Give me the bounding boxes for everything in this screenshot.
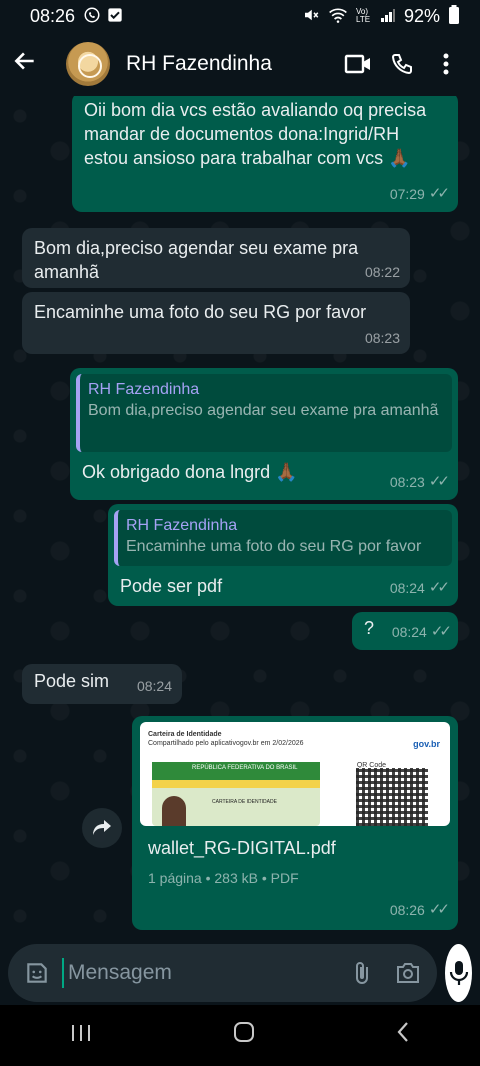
message-time: 08:22 bbox=[364, 264, 400, 280]
message-time: 08:24 bbox=[136, 678, 172, 694]
read-ticks-icon: ✓✓ bbox=[428, 901, 450, 918]
message-input-bar bbox=[0, 941, 480, 1005]
read-ticks-icon: ✓✓ bbox=[428, 579, 450, 596]
doc-shared-via: Compartilhado pelo aplicativogov.br em 2… bbox=[148, 740, 304, 747]
qr-code-image bbox=[356, 768, 428, 826]
message-bubble-outgoing-reply[interactable]: RH Fazendinha Bom dia,preciso agendar se… bbox=[70, 368, 458, 500]
doc-title: Carteira de Identidade bbox=[148, 731, 222, 738]
card-title: REPÚBLICA FEDERATIVA DO BRASIL bbox=[192, 765, 298, 771]
video-call-icon[interactable] bbox=[336, 53, 380, 75]
sticker-icon[interactable] bbox=[24, 960, 50, 986]
battery-icon bbox=[448, 4, 460, 28]
message-text: Pode sim bbox=[34, 671, 110, 691]
quoted-text: Encaminhe uma foto do seu RG por favor bbox=[126, 538, 422, 555]
document-thumbnail[interactable]: Carteira de Identidade Compartilhado pel… bbox=[140, 722, 450, 826]
message-input[interactable] bbox=[62, 958, 339, 988]
recents-icon[interactable] bbox=[70, 1022, 92, 1050]
mute-icon bbox=[302, 6, 320, 27]
wifi-icon bbox=[328, 6, 348, 27]
back-arrow-icon[interactable] bbox=[12, 48, 52, 81]
attach-icon[interactable] bbox=[351, 960, 373, 986]
message-bubble-outgoing[interactable]: ? 08:24 ✓✓ bbox=[352, 612, 458, 650]
battery-percent: 92% bbox=[403, 5, 440, 26]
message-text: ? bbox=[364, 618, 375, 638]
message-text: Bom dia,preciso agendar seu exame pra am… bbox=[34, 238, 359, 282]
message-bubble-incoming[interactable]: Encaminhe uma foto do seu RG por favor 0… bbox=[22, 292, 410, 354]
system-nav-bar bbox=[0, 1005, 480, 1066]
read-ticks-icon: ✓✓ bbox=[428, 473, 450, 490]
card-subtitle: CARTEIRA DE IDENTIDADE bbox=[212, 799, 277, 805]
check-box-icon bbox=[107, 7, 123, 26]
camera-icon[interactable] bbox=[395, 962, 421, 984]
message-text: Oii bom dia vcs estão avaliando oq preci… bbox=[84, 100, 427, 168]
status-time: 08:26 bbox=[30, 5, 76, 26]
message-bubble-incoming[interactable]: Bom dia,preciso agendar seu exame pra am… bbox=[22, 228, 410, 288]
message-input-pill bbox=[8, 944, 437, 1002]
forward-icon[interactable] bbox=[82, 808, 122, 848]
quoted-sender: RH Fazendinha bbox=[88, 381, 200, 398]
message-time: 08:23 bbox=[364, 330, 400, 346]
quoted-message[interactable]: RH Fazendinha Bom dia,preciso agendar se… bbox=[76, 374, 452, 452]
message-bubble-incoming[interactable]: Pode sim 08:24 bbox=[22, 664, 182, 704]
file-info: 1 página • 283 kB • PDF bbox=[148, 870, 299, 886]
file-name: wallet_RG-DIGITAL.pdf bbox=[148, 838, 336, 858]
more-options-icon[interactable] bbox=[424, 52, 468, 76]
quoted-text: Bom dia,preciso agendar seu exame pra am… bbox=[88, 402, 439, 419]
avatar[interactable] bbox=[66, 42, 110, 86]
back-icon[interactable] bbox=[396, 1021, 410, 1050]
message-bubble-outgoing[interactable]: Oii bom dia vcs estão avaliando oq preci… bbox=[72, 96, 458, 212]
message-time: 08:26 bbox=[389, 902, 425, 918]
home-icon[interactable] bbox=[232, 1020, 256, 1051]
read-ticks-icon: ✓✓ bbox=[428, 185, 450, 202]
chat-header: RH Fazendinha bbox=[0, 32, 480, 96]
read-ticks-icon: ✓✓ bbox=[430, 623, 452, 640]
mic-icon[interactable] bbox=[445, 944, 472, 1002]
message-bubble-outgoing-reply[interactable]: RH Fazendinha Encaminhe uma foto do seu … bbox=[108, 504, 458, 606]
signal-icon bbox=[380, 7, 396, 26]
id-card-image: REPÚBLICA FEDERATIVA DO BRASIL CARTEIRA … bbox=[152, 762, 320, 826]
message-time: 08:23 bbox=[389, 474, 425, 490]
message-time: 08:24 bbox=[391, 624, 427, 640]
message-time: 07:29 bbox=[389, 186, 425, 202]
chat-messages-area[interactable]: Oii bom dia vcs estão avaliando oq preci… bbox=[0, 96, 480, 941]
quoted-sender: RH Fazendinha bbox=[126, 517, 238, 534]
status-bar: 08:26 Vo) LTE 92% bbox=[0, 0, 480, 32]
phone-icon[interactable] bbox=[380, 52, 424, 76]
quoted-message[interactable]: RH Fazendinha Encaminhe uma foto do seu … bbox=[114, 510, 452, 566]
volte-icon: Vo) LTE bbox=[355, 7, 371, 24]
whatsapp-icon bbox=[83, 6, 101, 27]
contact-name[interactable]: RH Fazendinha bbox=[126, 52, 336, 76]
message-text: Encaminhe uma foto do seu RG por favor bbox=[34, 302, 367, 322]
gov-logo: gov.br bbox=[413, 739, 440, 749]
document-message-bubble[interactable]: Carteira de Identidade Compartilhado pel… bbox=[132, 716, 458, 930]
message-time: 08:24 bbox=[389, 580, 425, 596]
